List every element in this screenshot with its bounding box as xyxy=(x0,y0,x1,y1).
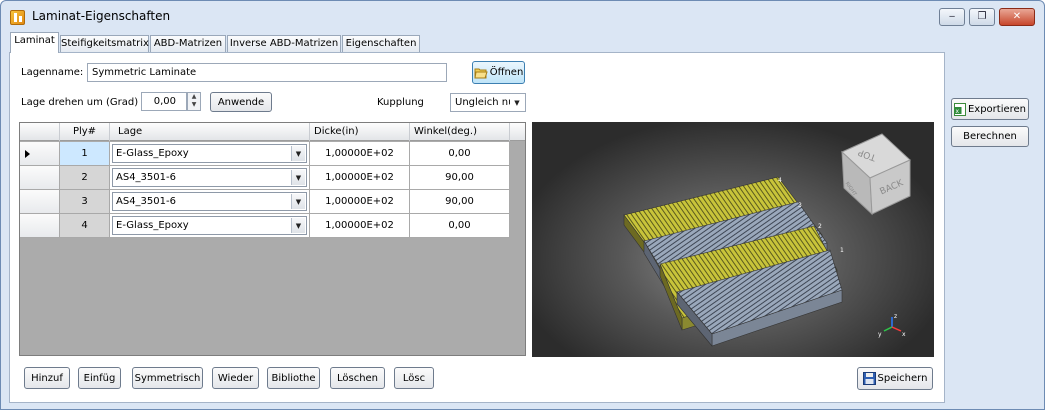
table-row[interactable]: 3 AS4_3501-6 ▼ 1,00000E+02 90,00 xyxy=(20,190,510,214)
lage-cell[interactable]: E-Glass_Epoxy ▼ xyxy=(110,142,310,166)
ply-table: Ply# Lage Dicke(in) Winkel(deg.) 1 E-Gla… xyxy=(19,122,526,356)
lage-select[interactable]: E-Glass_Epoxy ▼ xyxy=(112,144,307,163)
tab-steifigkeitsmatrix[interactable]: Steifigkeitsmatrix xyxy=(60,35,149,53)
rotate-value-input[interactable]: 0,00 xyxy=(141,92,187,111)
dicke-cell[interactable]: 1,00000E+02 xyxy=(310,190,410,214)
kupplung-value: Ungleich nu xyxy=(455,97,515,108)
chevron-down-icon[interactable]: ▼ xyxy=(291,194,305,209)
oeffnen-button[interactable]: Öffnen xyxy=(472,61,525,84)
exportieren-button[interactable]: x Exportieren xyxy=(951,98,1029,120)
speichern-button[interactable]: Speichern xyxy=(857,367,933,390)
ply-number-cell[interactable]: 4 xyxy=(60,214,110,238)
tab-laminat[interactable]: Laminat xyxy=(10,32,59,53)
folder-open-icon xyxy=(474,68,488,78)
chevron-down-icon[interactable]: ▼ xyxy=(510,95,524,110)
loeschen-button[interactable]: Löschen xyxy=(330,367,385,389)
ply-number-cell[interactable]: 1 xyxy=(60,142,110,166)
table-row[interactable]: 4 E-Glass_Epoxy ▼ 1,00000E+02 0,00 xyxy=(20,214,510,238)
lage-value: E-Glass_Epoxy xyxy=(116,220,189,231)
minimize-button[interactable]: ‒ xyxy=(939,8,965,26)
ply-label: 4 xyxy=(778,177,782,184)
einfueg-button[interactable]: Einfüg xyxy=(78,367,121,389)
ply-number-cell[interactable]: 3 xyxy=(60,190,110,214)
dicke-cell[interactable]: 1,00000E+02 xyxy=(310,214,410,238)
winkel-cell[interactable]: 90,00 xyxy=(410,166,510,190)
excel-export-icon: x xyxy=(953,102,966,116)
column-header-ply[interactable]: Ply# xyxy=(60,123,110,141)
wieder-button[interactable]: Wieder xyxy=(212,367,259,389)
winkel-cell[interactable]: 90,00 xyxy=(410,190,510,214)
ply-label: 1 xyxy=(840,247,844,254)
lage-select[interactable]: AS4_3501-6 ▼ xyxy=(112,192,307,211)
axis-y-label: y xyxy=(878,331,882,338)
dicke-cell[interactable]: 1,00000E+02 xyxy=(310,142,410,166)
column-header-dicke[interactable]: Dicke(in) xyxy=(310,123,410,141)
lagenname-label: Lagenname: xyxy=(21,67,84,78)
maximize-button[interactable]: ❐ xyxy=(969,8,995,26)
kupplung-label: Kupplung xyxy=(377,97,424,108)
column-header-winkel[interactable]: Winkel(deg.) xyxy=(410,123,510,141)
lage-cell[interactable]: AS4_3501-6 ▼ xyxy=(110,166,310,190)
anwende-button[interactable]: Anwende xyxy=(210,92,272,112)
table-row[interactable]: 1 E-Glass_Epoxy ▼ 1,00000E+02 0,00 xyxy=(20,142,510,166)
winkel-cell[interactable]: 0,00 xyxy=(410,214,510,238)
floppy-disk-icon xyxy=(862,372,876,385)
hinzuf-button[interactable]: Hinzuf xyxy=(24,367,70,389)
bibliothek-button[interactable]: Bibliothe xyxy=(267,367,320,389)
svg-text:x: x xyxy=(955,108,959,115)
lage-value: AS4_3501-6 xyxy=(116,172,176,183)
laminate-3d-viewer[interactable]: 4 3 2 1 TOP BACK RIGHT z y x xyxy=(532,122,934,357)
axis-z-label: z xyxy=(894,313,897,320)
current-row-arrow-icon xyxy=(25,150,30,158)
tab-inverse-abd-matrizen[interactable]: Inverse ABD-Matrizen xyxy=(227,35,341,53)
table-row[interactable]: 2 AS4_3501-6 ▼ 1,00000E+02 90,00 xyxy=(20,166,510,190)
row-header[interactable] xyxy=(20,142,60,166)
tab-abd-matrizen[interactable]: ABD-Matrizen xyxy=(150,35,226,53)
app-icon xyxy=(10,10,25,25)
row-header[interactable] xyxy=(20,166,60,190)
rotate-spinner[interactable]: ▲ ▼ xyxy=(187,92,201,111)
speichern-label: Speichern xyxy=(877,373,928,384)
ply-table-header: Ply# Lage Dicke(in) Winkel(deg.) xyxy=(20,123,525,141)
berechnen-button[interactable]: Berechnen xyxy=(951,126,1029,147)
window-title: Laminat-Eigenschaften xyxy=(32,9,171,23)
view-cube[interactable]: TOP BACK RIGHT xyxy=(841,133,911,216)
dicke-cell[interactable]: 1,00000E+02 xyxy=(310,166,410,190)
oeffnen-label: Öffnen xyxy=(489,67,524,78)
chevron-down-icon[interactable]: ▼ xyxy=(291,218,305,233)
ply-label: 2 xyxy=(818,223,822,230)
close-button[interactable]: ✕ xyxy=(999,8,1035,26)
loeschen-all-button[interactable]: Lösc xyxy=(394,367,434,389)
rotate-label: Lage drehen um (Grad) xyxy=(21,97,139,108)
spin-up-icon[interactable]: ▲ xyxy=(188,93,200,101)
spin-down-icon[interactable]: ▼ xyxy=(188,101,200,109)
kupplung-select[interactable]: Ungleich nu ▼ xyxy=(450,93,526,112)
title-bar: Laminat-Eigenschaften ‒ ❐ ✕ xyxy=(1,1,1044,31)
row-header[interactable] xyxy=(20,214,60,238)
ply-number-cell[interactable]: 2 xyxy=(60,166,110,190)
laminate-3d-render: 4 3 2 1 TOP BACK RIGHT z y x xyxy=(623,133,911,347)
lage-cell[interactable]: AS4_3501-6 ▼ xyxy=(110,190,310,214)
lage-select[interactable]: AS4_3501-6 ▼ xyxy=(112,168,307,187)
axis-triad-icon: z y x xyxy=(878,313,906,338)
lage-cell[interactable]: E-Glass_Epoxy ▼ xyxy=(110,214,310,238)
lage-select[interactable]: E-Glass_Epoxy ▼ xyxy=(112,216,307,235)
exportieren-label: Exportieren xyxy=(967,103,1027,115)
chevron-down-icon[interactable]: ▼ xyxy=(291,146,305,161)
tab-eigenschaften[interactable]: Eigenschaften xyxy=(342,35,420,53)
chevron-down-icon[interactable]: ▼ xyxy=(291,170,305,185)
winkel-cell[interactable]: 0,00 xyxy=(410,142,510,166)
lage-value: AS4_3501-6 xyxy=(116,196,176,207)
lagenname-input[interactable]: Symmetric Laminate xyxy=(87,63,447,82)
axis-x-label: x xyxy=(902,331,906,338)
lage-value: E-Glass_Epoxy xyxy=(116,148,189,159)
symmetrisch-button[interactable]: Symmetrisch xyxy=(132,367,203,389)
row-header-corner xyxy=(20,123,60,141)
row-header[interactable] xyxy=(20,190,60,214)
laminat-eigenschaften-window: Laminat-Eigenschaften ‒ ❐ ✕ Laminat Stei… xyxy=(0,0,1045,410)
column-header-lage[interactable]: Lage xyxy=(110,123,310,141)
ply-label: 3 xyxy=(798,202,802,209)
